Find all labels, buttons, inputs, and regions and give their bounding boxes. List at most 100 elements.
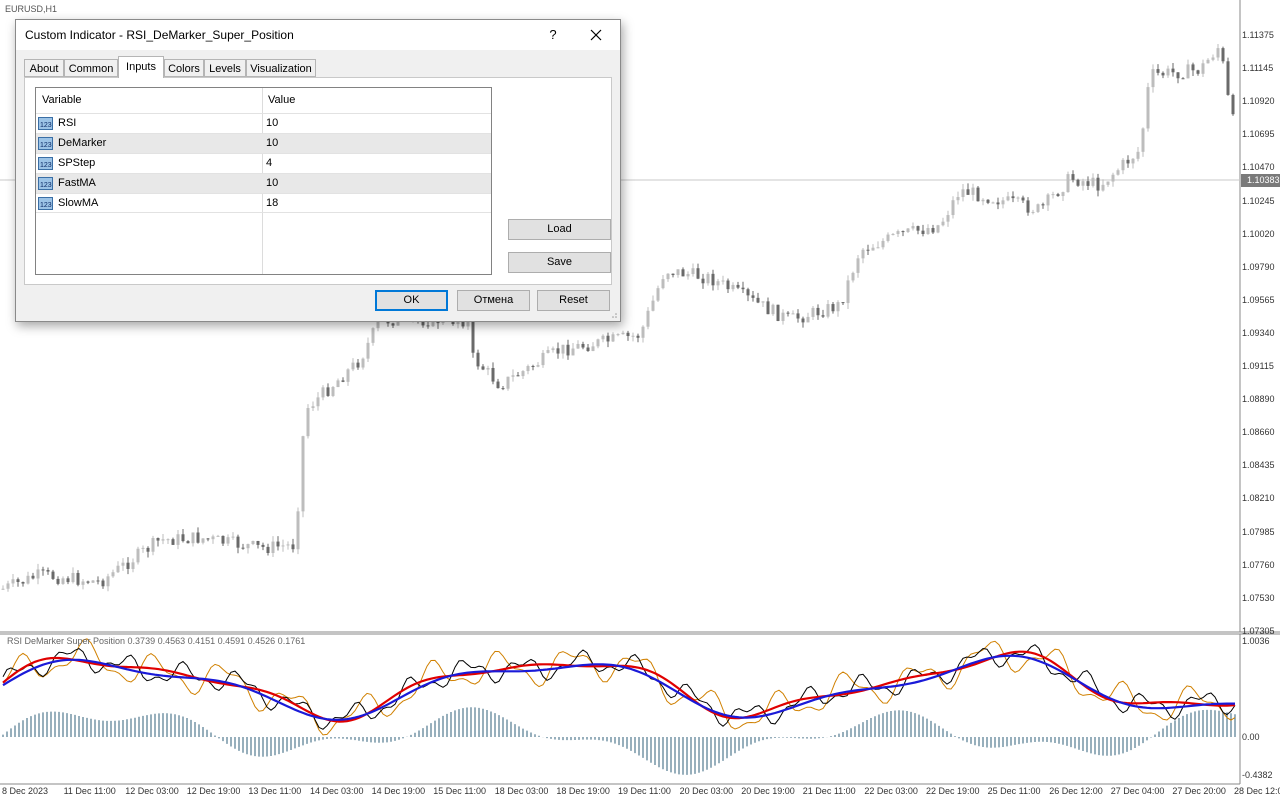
dialog-titlebar[interactable]: Custom Indicator - RSI_DeMarker_Super_Po… [16,20,620,50]
tab-inputs[interactable]: Inputs [118,56,164,78]
candle-body [11,579,15,584]
param-value[interactable]: 10 [266,177,278,189]
tab-about[interactable]: About [24,59,64,77]
candle-body [146,547,150,552]
candle-body [491,367,495,382]
column-header-variable[interactable]: Variable [42,88,82,112]
param-value[interactable]: 10 [266,137,278,149]
candle-body [936,225,940,233]
candle-body [51,571,55,579]
tab-common[interactable]: Common [64,59,118,77]
candle-body [531,365,535,367]
help-button[interactable]: ? [539,26,567,44]
ok-button[interactable]: OK [375,290,448,311]
candle-body [266,546,270,553]
candle-body [161,539,165,541]
candle-body [751,295,755,298]
candle-body [996,202,1000,205]
candle-body [1006,196,1010,201]
column-header-value[interactable]: Value [268,88,295,112]
candle-body [731,284,735,290]
table-row[interactable]: 123 DeMarker 10 [36,133,491,153]
candle-body [776,304,780,321]
param-value[interactable]: 18 [266,197,278,209]
candle-body [561,344,565,354]
time-scale-label: 18 Dec 03:00 [494,786,549,796]
tab-levels[interactable]: Levels [204,59,246,77]
candle-body [516,375,520,377]
candle-body [226,537,230,544]
table-row[interactable]: 123 FastMA 10 [36,173,491,193]
candle-body [1151,69,1155,88]
time-scale-label: 12 Dec 03:00 [125,786,179,796]
candle-body [331,387,335,396]
candle-body [566,344,570,356]
candle-body [846,280,850,304]
candle-body [306,408,310,437]
candle-body [1116,170,1120,175]
candle-body [836,302,840,312]
candle-body [596,339,600,347]
candle-body [926,228,930,235]
param-value[interactable]: 10 [266,117,278,129]
candle-body [6,583,10,589]
candle-body [171,539,175,545]
table-row[interactable]: 123 SPStep 4 [36,153,491,173]
candle-body [211,536,215,540]
param-value[interactable]: 4 [266,157,272,169]
candle-body [986,199,990,203]
time-scale-label: 22 Dec 03:00 [864,786,918,796]
candle-body [221,535,225,544]
candle-body [551,348,555,351]
candle-body [976,187,980,202]
resize-grip-icon[interactable] [610,311,618,319]
candle-body [611,334,615,342]
candle-body [951,200,955,216]
candle-body [1036,204,1040,212]
candle-body [21,582,25,584]
time-scale-label: 20 Dec 03:00 [679,786,734,796]
candle-body [616,334,620,336]
candle-body [661,279,665,289]
param-name: RSI [58,117,77,129]
candle-body [36,569,40,579]
price-scale-label: 1.10245 [1242,195,1275,206]
cancel-button[interactable]: Отмена [457,290,530,311]
candle-body [136,548,140,563]
time-scale-label: 26 Dec 12:00 [1049,786,1103,796]
candle-body [1086,181,1090,186]
tab-visualization[interactable]: Visualization [246,59,316,77]
time-scale-label: 13 Dec 11:00 [248,786,302,796]
reset-button[interactable]: Reset [537,290,610,311]
time-scale-label: 14 Dec 03:00 [310,786,364,796]
candle-body [201,538,205,543]
candle-body [801,318,805,323]
candle-body [811,307,815,317]
time-scale-label: 28 Dec 12:00 [1234,786,1280,796]
numeric-param-icon: 123 [38,117,53,130]
candle-body [1041,204,1045,206]
table-row[interactable]: 123 RSI 10 [36,113,491,133]
candle-body [336,380,340,388]
candle-body [1216,48,1220,58]
candle-body [991,202,995,204]
candle-body [1141,128,1145,152]
candle-body [1026,200,1030,213]
candle-body [56,578,60,584]
candle-body [716,281,720,286]
candle-body [576,343,580,349]
candle-body [1071,174,1075,180]
candle-body [1106,181,1110,185]
load-button[interactable]: Load [508,219,611,240]
time-scale-label: 20 Dec 19:00 [741,786,795,796]
candle-body [981,199,985,202]
save-button[interactable]: Save [508,252,611,273]
price-scale-label: 1.08890 [1242,394,1275,405]
price-scale-label: 1.09340 [1242,327,1275,338]
tab-colors[interactable]: Colors [164,59,204,77]
candle-body [1146,87,1150,129]
close-icon[interactable] [584,24,608,46]
candle-body [536,365,540,367]
candle-body [46,570,50,572]
table-row[interactable]: 123 SlowMA 18 [36,193,491,213]
